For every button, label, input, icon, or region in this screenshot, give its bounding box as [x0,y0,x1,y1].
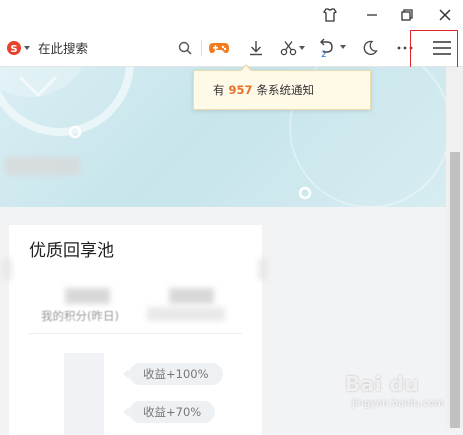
scrollbar-thumb[interactable] [450,152,460,428]
close-button[interactable] [428,0,462,30]
notice-count: 957 [228,83,253,97]
restore-button[interactable] [390,0,424,30]
search-input[interactable] [38,39,168,57]
blurred-edge-right [258,258,268,280]
notice-arrow-inner [241,65,251,71]
title-bar [0,0,463,30]
quality-pool-card: 优质回享池 我的积分(昨日) 收益+100% 收益+70% [9,225,262,435]
skin-icon[interactable] [313,0,347,30]
blurred-stat-value [169,288,214,304]
sogou-logo-icon: S [7,41,30,55]
tier-pill-70: 收益+70% [122,401,216,423]
minimize-button[interactable] [355,0,389,30]
search-icon[interactable] [174,30,196,66]
blurred-stat-label [147,307,225,321]
toolbar: S 2 [0,30,463,67]
card-divider [29,333,242,334]
screenshot-scissors-icon[interactable] [278,30,310,66]
blurred-username [5,157,80,175]
svg-text:S: S [10,44,17,55]
notice-prefix: 有 [213,83,225,97]
game-icon[interactable] [206,30,232,66]
search-engine-selector[interactable]: S [4,30,34,66]
undo-count-badge: 2 [321,50,327,60]
baidu-watermark-url: jingyan.baidu.com [352,398,445,409]
download-icon[interactable] [244,30,268,66]
menu-highlight-box [410,30,458,72]
toolbar-divider [201,40,202,56]
system-notification-popup[interactable]: 有 957 条系统通知 [193,70,371,110]
tier-pill-100: 收益+100% [123,363,223,385]
blurred-edge-left [2,258,12,280]
card-title: 优质回享池 [29,241,114,261]
tier-bar [64,353,104,435]
blurred-points-value [65,288,110,304]
undo-close-tab-icon[interactable]: 2 [315,30,351,66]
night-mode-moon-icon[interactable] [358,30,382,66]
baidu-watermark-logo: Bai du [345,372,420,396]
points-label: 我的积分(昨日) [41,309,119,323]
notice-suffix: 条系统通知 [256,83,315,97]
